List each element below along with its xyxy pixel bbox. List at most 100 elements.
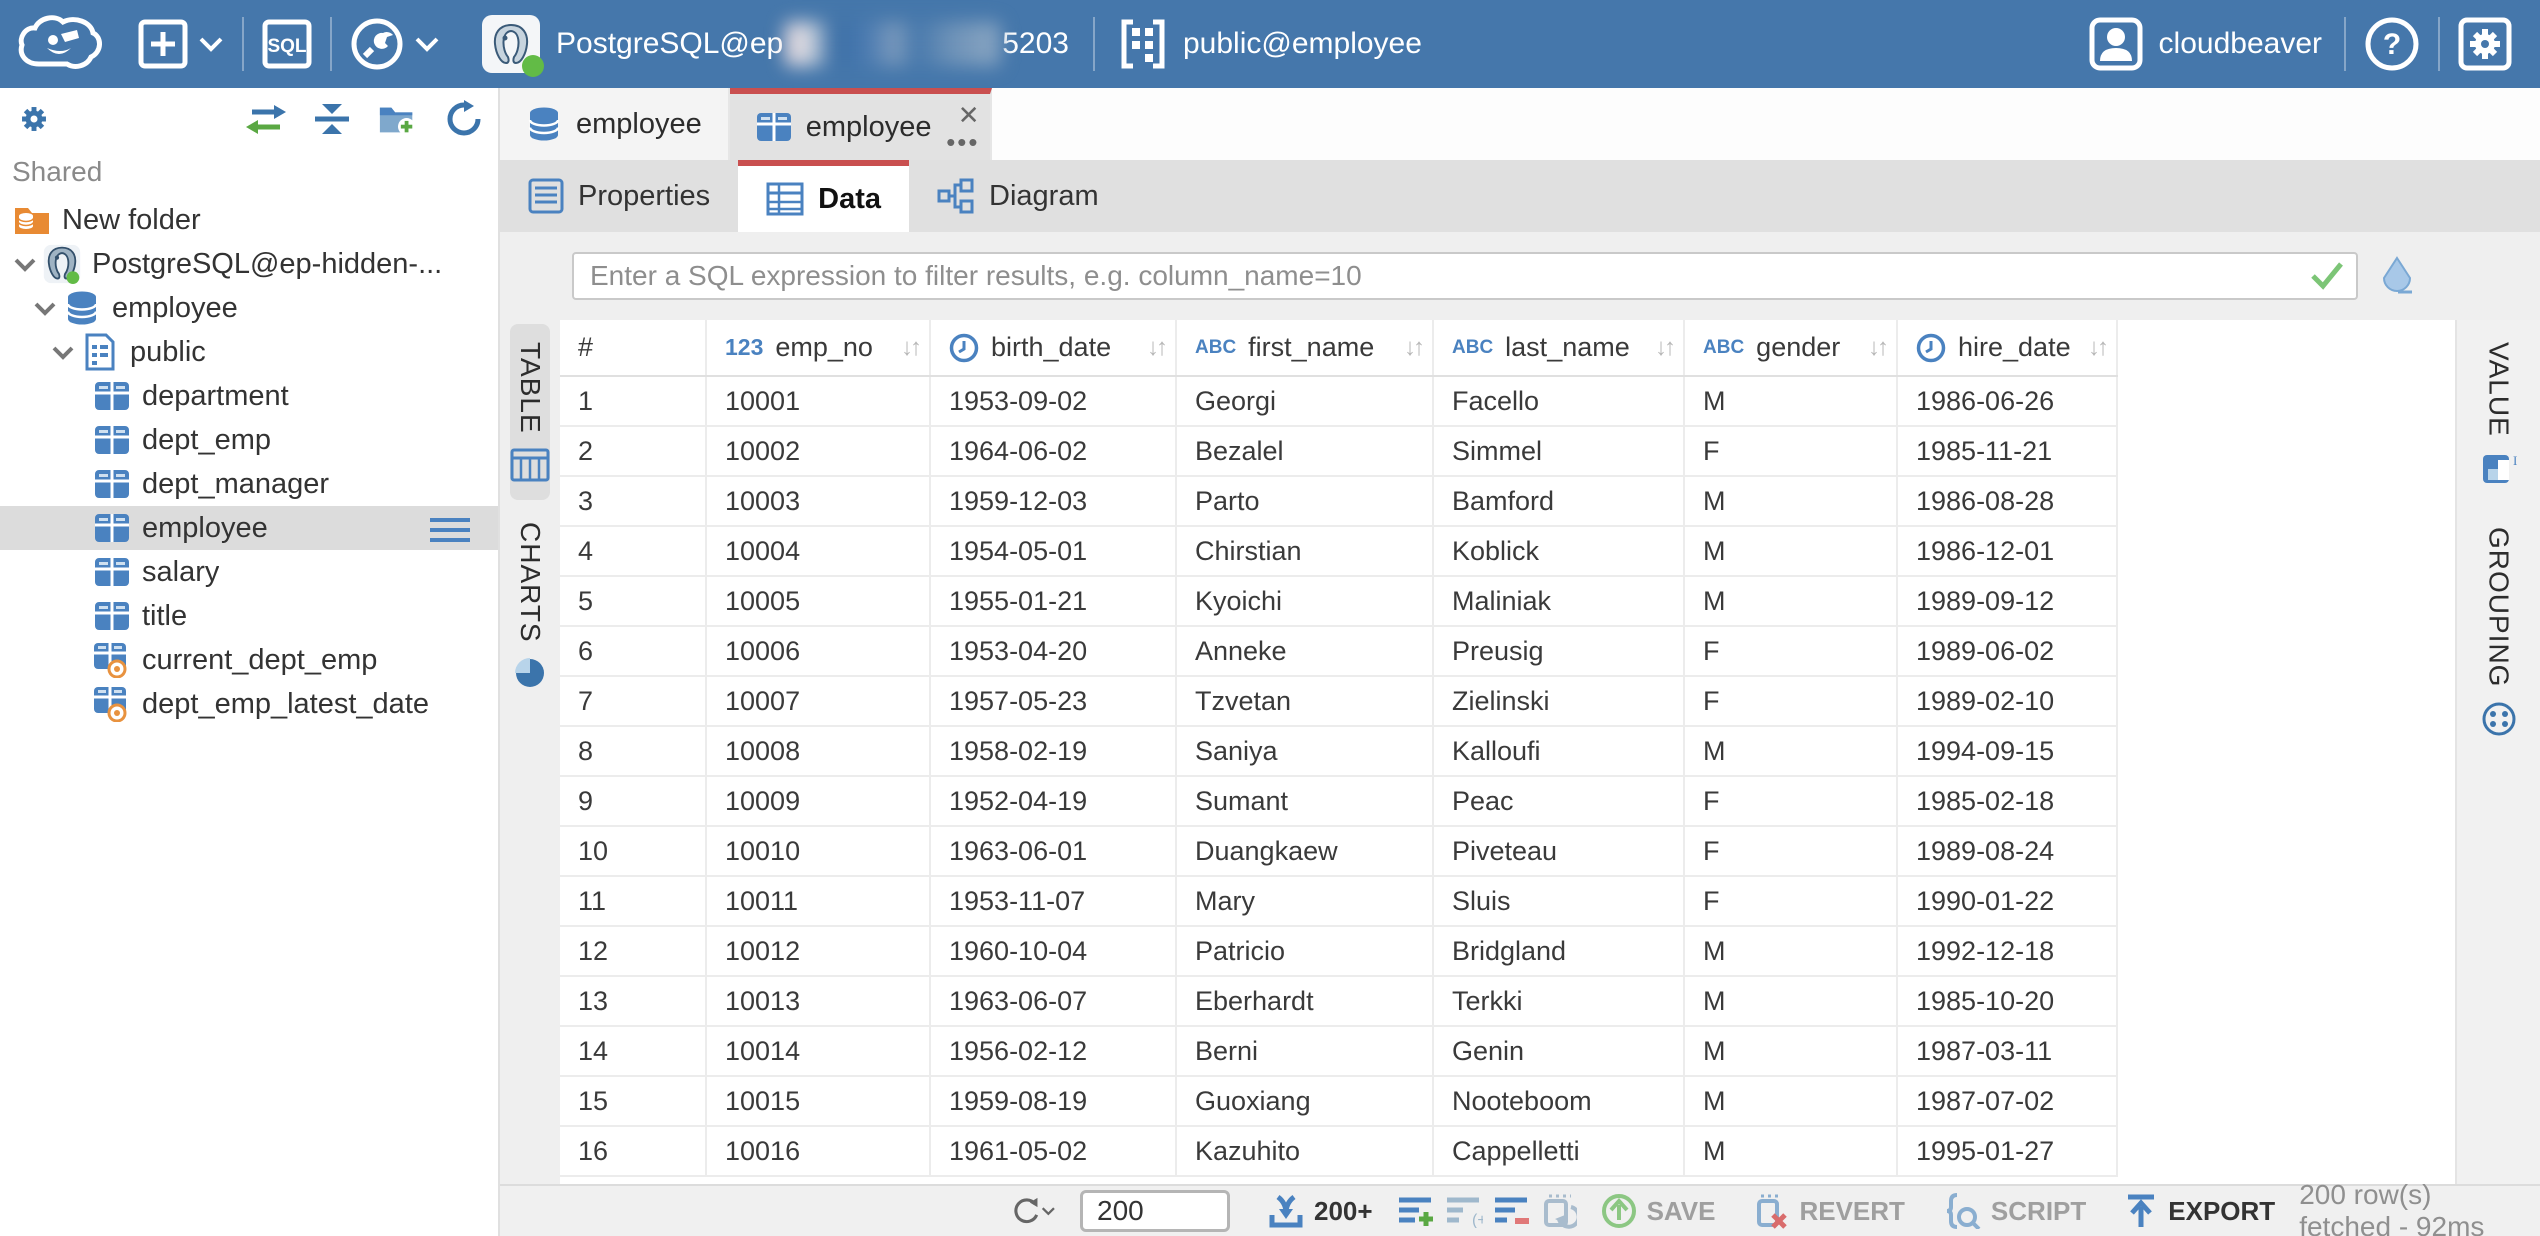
tab-employee-active[interactable]: employee✕•••	[730, 88, 992, 160]
table-cell[interactable]: M	[1684, 526, 1897, 576]
duplicate-row-button[interactable]: (+)	[1445, 1189, 1483, 1233]
revert-button[interactable]: REVERT	[1739, 1189, 1918, 1233]
row-number-cell[interactable]: 13	[560, 976, 706, 1026]
table-cell[interactable]: Saniya	[1176, 726, 1433, 776]
tab-more-icon[interactable]: •••	[946, 127, 979, 158]
tree-item-current-dept-emp[interactable]: current_dept_emp	[0, 638, 498, 682]
row-number-cell[interactable]: 11	[560, 876, 706, 926]
table-cell[interactable]: F	[1684, 426, 1897, 476]
table-cell[interactable]: 1994-09-15	[1897, 726, 2117, 776]
vtab-value[interactable]: VALUEI	[2481, 324, 2517, 505]
table-cell[interactable]: M	[1684, 726, 1897, 776]
expand-chevron[interactable]	[10, 255, 40, 273]
table-cell[interactable]: 10014	[706, 1026, 930, 1076]
table-cell[interactable]: 1989-06-02	[1897, 626, 2117, 676]
collapse-tree-button[interactable]	[312, 99, 352, 139]
table-cell[interactable]: M	[1684, 576, 1897, 626]
node-menu-icon[interactable]	[428, 515, 472, 545]
table-cell[interactable]: Preusig	[1433, 626, 1684, 676]
table-cell[interactable]: M	[1684, 1026, 1897, 1076]
delete-row-button[interactable]	[1493, 1189, 1531, 1233]
apply-filter-icon[interactable]	[2310, 260, 2344, 295]
sort-icon[interactable]: ↓↑	[1655, 334, 1673, 362]
table-cell[interactable]: 1963-06-07	[930, 976, 1176, 1026]
table-cell[interactable]: 10009	[706, 776, 930, 826]
column-header-first_name[interactable]: ABCfirst_name↓↑	[1176, 320, 1433, 376]
table-cell[interactable]: Bamford	[1433, 476, 1684, 526]
table-cell[interactable]: 1954-05-01	[930, 526, 1176, 576]
vtab-table[interactable]: TABLE	[510, 324, 550, 500]
table-cell[interactable]: 1963-06-01	[930, 826, 1176, 876]
new-folder-button[interactable]	[378, 99, 418, 139]
sort-icon[interactable]: ↓↑	[1404, 334, 1422, 362]
row-number-cell[interactable]: 14	[560, 1026, 706, 1076]
navigator-settings-button[interactable]	[14, 99, 54, 139]
table-cell[interactable]: 1960-10-04	[930, 926, 1176, 976]
row-number-cell[interactable]: 8	[560, 726, 706, 776]
table-cell[interactable]: 1985-02-18	[1897, 776, 2117, 826]
table-cell[interactable]: Anneke	[1176, 626, 1433, 676]
new-connection-button[interactable]	[120, 0, 242, 88]
export-button[interactable]: EXPORT	[2110, 1189, 2289, 1233]
table-cell[interactable]: M	[1684, 926, 1897, 976]
table-cell[interactable]: Bezalel	[1176, 426, 1433, 476]
table-cell[interactable]: 10016	[706, 1126, 930, 1176]
table-cell[interactable]: Berni	[1176, 1026, 1433, 1076]
table-cell[interactable]: F	[1684, 776, 1897, 826]
table-cell[interactable]: F	[1684, 626, 1897, 676]
row-number-cell[interactable]: 2	[560, 426, 706, 476]
script-button[interactable]: SCRIPT	[1929, 1189, 2100, 1233]
row-number-cell[interactable]: 9	[560, 776, 706, 826]
expand-chevron[interactable]	[48, 343, 78, 361]
sort-icon[interactable]: ↓↑	[1147, 334, 1165, 362]
table-cell[interactable]: Kalloufi	[1433, 726, 1684, 776]
connection-selector[interactable]: PostgreSQL@ep5203	[458, 0, 1093, 88]
table-cell[interactable]: 1953-09-02	[930, 376, 1176, 426]
tree-item-public[interactable]: public	[0, 330, 498, 374]
table-cell[interactable]: 1986-06-26	[1897, 376, 2117, 426]
table-cell[interactable]: 1986-12-01	[1897, 526, 2117, 576]
table-cell[interactable]: Kyoichi	[1176, 576, 1433, 626]
subtab-properties[interactable]: Properties	[500, 160, 738, 232]
refresh-tree-button[interactable]	[444, 99, 484, 139]
row-number-cell[interactable]: 4	[560, 526, 706, 576]
tree-item-dept-emp[interactable]: dept_emp	[0, 418, 498, 462]
row-number-cell[interactable]: 10	[560, 826, 706, 876]
table-cell[interactable]: M	[1684, 1126, 1897, 1176]
table-cell[interactable]: M	[1684, 476, 1897, 526]
table-cell[interactable]: Terkki	[1433, 976, 1684, 1026]
table-cell[interactable]: 10013	[706, 976, 930, 1026]
table-cell[interactable]: Patricio	[1176, 926, 1433, 976]
table-cell[interactable]: M	[1684, 976, 1897, 1026]
subtab-diagram[interactable]: Diagram	[909, 160, 1127, 232]
table-cell[interactable]: 1956-02-12	[930, 1026, 1176, 1076]
sql-filter-input[interactable]	[572, 252, 2358, 300]
user-menu[interactable]: cloudbeaver	[2067, 0, 2344, 88]
sort-icon[interactable]: ↓↑	[1868, 334, 1886, 362]
add-row-button[interactable]	[1397, 1189, 1435, 1233]
vtab-grouping[interactable]: GROUPING	[2481, 509, 2517, 755]
row-number-cell[interactable]: 5	[560, 576, 706, 626]
table-cell[interactable]: Eberhardt	[1176, 976, 1433, 1026]
row-number-cell[interactable]: 15	[560, 1076, 706, 1126]
sort-icon[interactable]: ↓↑	[901, 334, 919, 362]
tree-item-new-folder[interactable]: New folder	[0, 198, 498, 242]
table-cell[interactable]: Genin	[1433, 1026, 1684, 1076]
table-cell[interactable]: Simmel	[1433, 426, 1684, 476]
row-number-cell[interactable]: 6	[560, 626, 706, 676]
table-cell[interactable]: 1958-02-19	[930, 726, 1176, 776]
table-cell[interactable]: 1989-08-24	[1897, 826, 2117, 876]
table-cell[interactable]: F	[1684, 676, 1897, 726]
table-cell[interactable]: Georgi	[1176, 376, 1433, 426]
table-cell[interactable]: Nooteboom	[1433, 1076, 1684, 1126]
table-cell[interactable]: M	[1684, 1076, 1897, 1126]
tab-employee[interactable]: employee	[500, 88, 730, 160]
tree-item-dept-manager[interactable]: dept_manager	[0, 462, 498, 506]
tree-item-dept-emp-latest-date[interactable]: dept_emp_latest_date	[0, 682, 498, 726]
table-cell[interactable]: Piveteau	[1433, 826, 1684, 876]
table-cell[interactable]: Guoxiang	[1176, 1076, 1433, 1126]
column-header-emp_no[interactable]: 123emp_no↓↑	[706, 320, 930, 376]
table-cell[interactable]: 1964-06-02	[930, 426, 1176, 476]
table-cell[interactable]: Sumant	[1176, 776, 1433, 826]
table-cell[interactable]: Tzvetan	[1176, 676, 1433, 726]
